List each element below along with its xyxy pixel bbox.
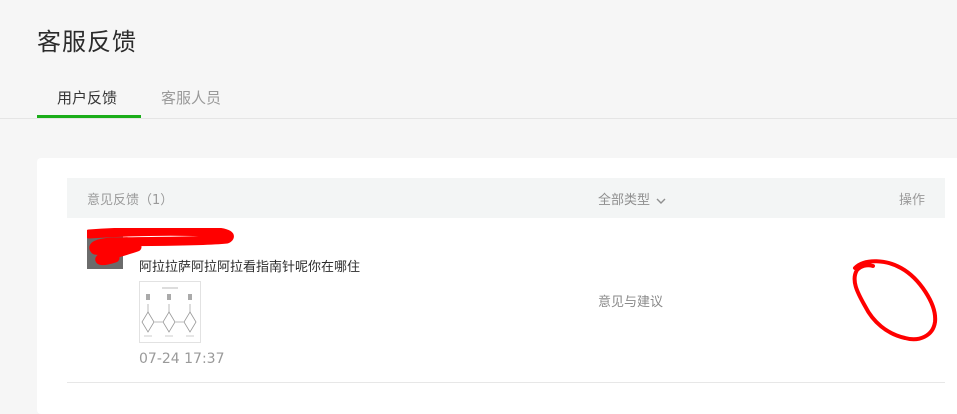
active-tab-indicator (37, 115, 141, 118)
tab-customer-service-staff[interactable]: 客服人员 (161, 87, 221, 108)
type-filter-dropdown[interactable]: 全部类型 (598, 189, 666, 208)
diagram-thumbnail-image (141, 287, 197, 337)
page-title: 客服反馈 (37, 28, 137, 56)
type-filter-label: 全部类型 (598, 193, 651, 208)
table-header: 意见反馈（1） 全部类型 操作 (67, 178, 945, 218)
feedback-image-thumbnail[interactable] (139, 281, 201, 343)
feedback-count-header: 意见反馈（1） (87, 193, 174, 208)
tab-user-feedback[interactable]: 用户反馈 (57, 87, 117, 108)
operation-annotation-circle[interactable] (847, 256, 947, 346)
feedback-time: 07-24 17:37 (139, 351, 225, 367)
chevron-down-icon (656, 198, 666, 204)
operation-header: 操作 (898, 193, 925, 208)
feedback-text: 阿拉拉萨阿拉阿拉看指南针呢你在哪住 (139, 260, 361, 275)
feedback-type: 意见与建议 (598, 295, 664, 310)
feedback-card: 意见反馈（1） 全部类型 操作 阿拉拉萨阿拉阿拉看指南针呢你在哪住 07-24 … (37, 158, 957, 414)
tab-bar: 用户反馈 客服人员 (0, 80, 957, 119)
table-row: 阿拉拉萨阿拉阿拉看指南针呢你在哪住 07-24 17:37 意见与建议 (67, 218, 945, 383)
